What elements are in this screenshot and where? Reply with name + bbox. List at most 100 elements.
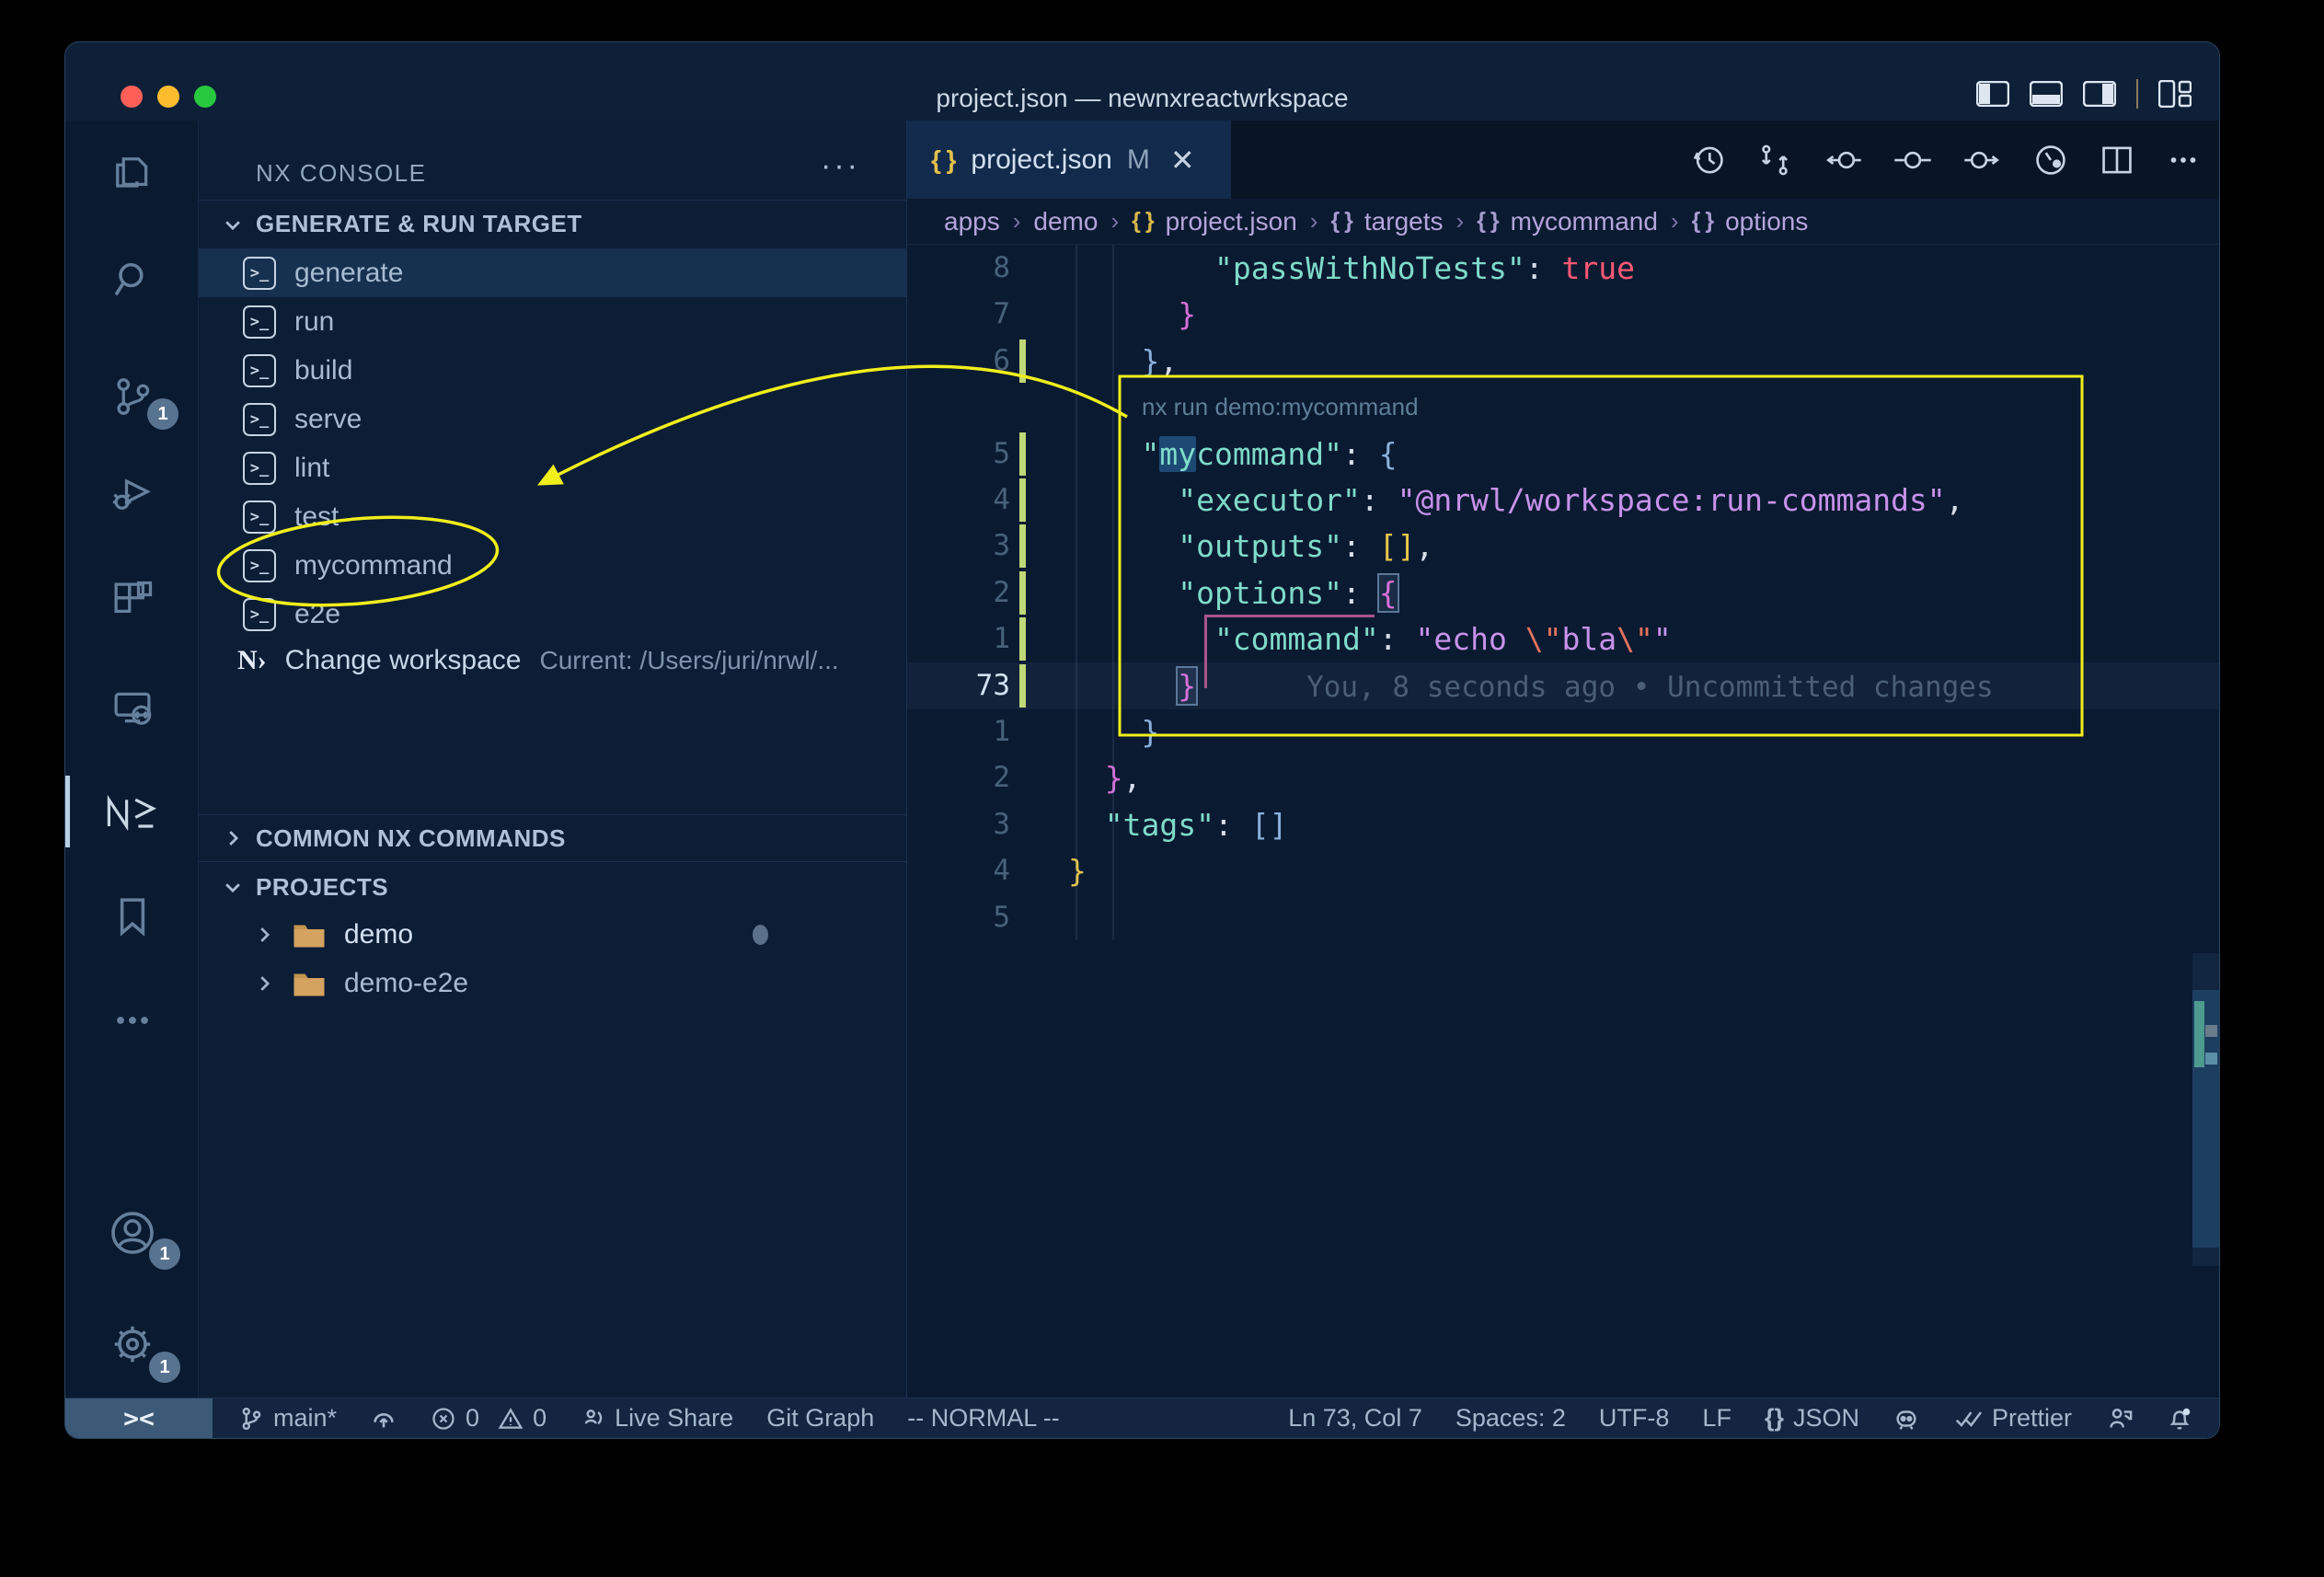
code-line[interactable]: 2 "options": { bbox=[907, 570, 2220, 616]
target-item-serve[interactable]: >_ serve bbox=[199, 395, 906, 443]
editor-toolbar bbox=[1689, 121, 2203, 199]
navigate-back-icon[interactable] bbox=[1822, 141, 1864, 179]
code-area[interactable]: 54}3 "tags": []2 },1 }73 }You, 8 seconds… bbox=[907, 245, 2220, 1399]
extensions-icon[interactable] bbox=[65, 555, 199, 647]
code-line[interactable]: 73 }You, 8 seconds ago • Uncommitted cha… bbox=[907, 662, 2220, 709]
target-item-lint[interactable]: >_ lint bbox=[199, 443, 906, 492]
prettier-item[interactable]: Prettier bbox=[1953, 1404, 2072, 1433]
code-line[interactable]: 3 "outputs": [], bbox=[907, 523, 2220, 570]
current-position-icon[interactable] bbox=[1892, 141, 1934, 179]
section-common-nx-commands[interactable]: COMMON NX COMMANDS bbox=[199, 814, 906, 862]
panel-more-actions-icon[interactable]: ··· bbox=[821, 148, 860, 184]
copilot-icon[interactable] bbox=[1893, 1405, 1920, 1433]
sync-icon[interactable] bbox=[370, 1405, 397, 1433]
bracket-scope-guide bbox=[1204, 615, 1375, 617]
cursor-position[interactable]: Ln 73, Col 7 bbox=[1288, 1404, 1422, 1433]
breadcrumb-item[interactable]: project.json bbox=[1166, 207, 1297, 236]
navigate-forward-icon[interactable] bbox=[1962, 141, 2004, 179]
feedback-person-icon[interactable] bbox=[2105, 1405, 2133, 1433]
problems-item[interactable]: 0 0 bbox=[431, 1404, 546, 1433]
code-line[interactable]: 3 "tags": [] bbox=[907, 801, 2220, 848]
panel-title: NX CONSOLE bbox=[256, 159, 427, 188]
remote-explorer-icon[interactable] bbox=[65, 662, 199, 754]
target-item-e2e[interactable]: >_ e2e bbox=[199, 590, 906, 639]
timeline-history-icon[interactable] bbox=[1689, 141, 1728, 179]
gutter-modified-bar bbox=[1019, 340, 1026, 383]
explorer-icon[interactable] bbox=[65, 128, 199, 220]
code-line[interactable]: 1 } bbox=[907, 708, 2220, 755]
breadcrumbs[interactable]: apps›demo›{ }project.json›{ }targets›{ }… bbox=[907, 199, 2220, 245]
code-line[interactable]: 4 "executor": "@nrwl/workspace:run-comma… bbox=[907, 477, 2220, 524]
section-projects[interactable]: PROJECTS bbox=[199, 863, 906, 911]
source-control-icon[interactable]: 1 bbox=[65, 351, 199, 443]
breadcrumb-item[interactable]: targets bbox=[1364, 207, 1444, 236]
code-line[interactable]: 1 "command": "echo \"bla\"" bbox=[907, 616, 2220, 662]
indent-guide bbox=[1076, 245, 1077, 940]
target-item-test[interactable]: >_ test bbox=[199, 492, 906, 541]
editor-group: { } project.json M ✕ apps›demo›{ }projec… bbox=[907, 121, 2220, 1399]
bookmarks-icon[interactable] bbox=[65, 870, 199, 962]
split-editor-icon[interactable] bbox=[2098, 141, 2136, 179]
accounts-icon[interactable]: 1 bbox=[65, 1187, 199, 1279]
target-item-build[interactable]: >_ build bbox=[199, 346, 906, 395]
project-item-demo-e2e[interactable]: demo-e2e bbox=[199, 959, 906, 1007]
code-lens-run-command[interactable]: nx run demo:mycommand bbox=[1142, 384, 1419, 431]
toggle-sidebar-left-icon[interactable] bbox=[1976, 81, 2009, 107]
modified-indicator: M bbox=[1127, 144, 1150, 176]
nx-console-icon[interactable] bbox=[65, 765, 199, 858]
close-tab-icon[interactable]: ✕ bbox=[1170, 143, 1195, 178]
language-mode[interactable]: {} JSON bbox=[1765, 1404, 1859, 1433]
terminal-icon: >_ bbox=[243, 403, 276, 436]
live-share-item[interactable]: Live Share bbox=[580, 1404, 733, 1433]
search-icon[interactable] bbox=[65, 234, 199, 326]
indentation-setting[interactable]: Spaces: 2 bbox=[1455, 1404, 1566, 1433]
code-line[interactable]: 2 }, bbox=[907, 754, 2220, 801]
breadcrumb-item[interactable]: options bbox=[1725, 207, 1808, 236]
titlebar-divider bbox=[2136, 79, 2138, 109]
settings-gear-icon[interactable]: 1 bbox=[65, 1298, 199, 1390]
line-number: 6 bbox=[907, 338, 1010, 385]
breadcrumb-item[interactable]: demo bbox=[1033, 207, 1098, 236]
target-item-generate[interactable]: >_ generate bbox=[199, 248, 906, 297]
compare-changes-icon[interactable] bbox=[1755, 141, 1794, 179]
code-line[interactable]: 5 bbox=[907, 894, 2220, 941]
tab-project-json[interactable]: { } project.json M ✕ bbox=[907, 121, 1231, 199]
breadcrumb-item[interactable]: apps bbox=[944, 207, 1000, 236]
target-item-mycommand[interactable]: >_ mycommand bbox=[199, 541, 906, 590]
terminal-icon: >_ bbox=[243, 598, 276, 631]
breadcrumb-separator: › bbox=[1308, 207, 1320, 236]
gutter-modified-bar bbox=[1019, 617, 1026, 661]
git-graph-item[interactable]: Git Graph bbox=[766, 1404, 874, 1433]
code-lens-line[interactable]: nx run demo:mycommand bbox=[907, 384, 2220, 431]
line-number: 4 bbox=[907, 847, 1010, 894]
toggle-panel-icon[interactable] bbox=[2030, 81, 2063, 107]
json-symbol-icon: { } bbox=[1330, 208, 1352, 235]
breadcrumb-item[interactable]: mycommand bbox=[1511, 207, 1658, 236]
change-workspace-item[interactable]: N› Change workspace Current: /Users/juri… bbox=[199, 636, 906, 685]
gutter-modified-bar bbox=[1019, 432, 1026, 476]
notifications-bell-icon[interactable] bbox=[2166, 1405, 2193, 1433]
eol-setting[interactable]: LF bbox=[1702, 1404, 1731, 1433]
code-line[interactable]: 6 }, bbox=[907, 338, 2220, 385]
git-branch-item[interactable]: main* bbox=[238, 1404, 337, 1433]
run-debug-icon[interactable] bbox=[65, 447, 199, 539]
line-number: 3 bbox=[907, 801, 1010, 848]
more-views-icon[interactable] bbox=[65, 974, 199, 1066]
code-line[interactable]: 7 } bbox=[907, 291, 2220, 338]
tab-bar: { } project.json M ✕ bbox=[907, 121, 2220, 199]
toggle-sidebar-right-icon[interactable] bbox=[2083, 81, 2116, 107]
code-line[interactable]: 8 "passWithNoTests": true bbox=[907, 245, 2220, 292]
code-line[interactable]: 5 "mycommand": { bbox=[907, 431, 2220, 478]
section-generate-run-target[interactable]: GENERATE & RUN TARGET bbox=[199, 200, 906, 247]
encoding-setting[interactable]: UTF-8 bbox=[1599, 1404, 1670, 1433]
customize-layout-icon[interactable] bbox=[2158, 80, 2192, 108]
code-line[interactable]: 4} bbox=[907, 847, 2220, 894]
live-share-icon bbox=[580, 1406, 605, 1432]
chevron-right-icon bbox=[223, 828, 243, 848]
target-item-run[interactable]: >_ run bbox=[199, 297, 906, 346]
line-number: 73 bbox=[907, 662, 1010, 709]
more-actions-icon[interactable] bbox=[2164, 141, 2203, 179]
remote-indicator[interactable]: >< bbox=[65, 1399, 213, 1439]
project-item-demo[interactable]: demo bbox=[199, 910, 906, 959]
timeline-icon[interactable] bbox=[2031, 141, 2070, 179]
